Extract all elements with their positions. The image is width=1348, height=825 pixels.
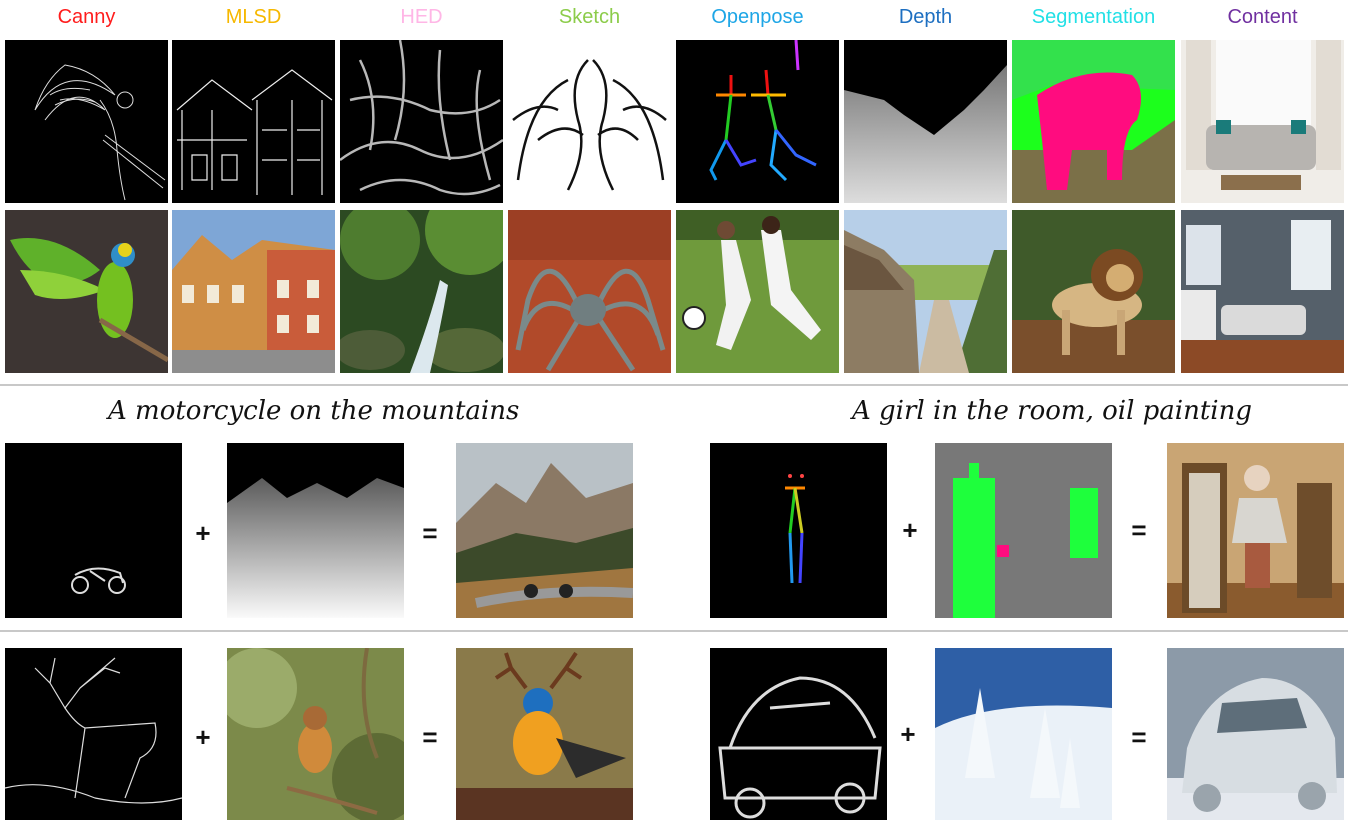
depth-village-street-image — [844, 40, 1007, 203]
equals-operator-1: = — [422, 518, 438, 548]
lion-output-image — [1012, 210, 1175, 373]
soccer-players-output-image — [676, 210, 839, 373]
mountain-depth-image — [227, 443, 404, 618]
content-living-room-image — [1181, 40, 1344, 203]
canny-parrot-edges-image — [5, 40, 168, 203]
section-divider-2 — [0, 630, 1348, 632]
column-label-content: Content — [1227, 6, 1298, 28]
girl-oil-painting-output-image — [1167, 443, 1344, 618]
plus-operator-1: + — [195, 518, 211, 548]
column-label-depth: Depth — [898, 6, 953, 28]
snow-car-output-image — [1167, 648, 1344, 820]
column-label-segmentation: Segmentation — [1031, 6, 1156, 28]
room-segmentation-image — [935, 443, 1112, 618]
section-divider — [0, 384, 1348, 386]
column-label-canny: Canny — [57, 6, 116, 28]
column-label-sketch: Sketch — [558, 6, 621, 28]
snow-content-image — [935, 648, 1112, 820]
robin-content-image — [227, 648, 404, 820]
plus-operator-4: + — [900, 719, 916, 749]
parrot-output-image — [5, 210, 168, 373]
segmentation-lion-image — [1012, 40, 1175, 203]
motorcycle-mountains-output-image — [456, 443, 633, 618]
sketch-spider-image — [508, 40, 671, 203]
deer-canny-image — [5, 648, 182, 820]
robot-spider-output-image — [508, 210, 671, 373]
motorcycle-canny-image — [5, 443, 182, 618]
car-hed-image — [710, 648, 887, 820]
hed-tree-branches-image — [340, 40, 503, 203]
living-room-output-image — [1181, 210, 1344, 373]
plus-operator-2: + — [902, 515, 918, 545]
girl-openpose-image — [710, 443, 887, 618]
column-label-hed: HED — [400, 6, 443, 28]
plus-operator-3: + — [195, 722, 211, 752]
mlsd-building-lines-image — [172, 40, 335, 203]
openpose-skeletons-image — [676, 40, 839, 203]
prompt-girl-room: A girl in the room, oil painting — [852, 396, 1253, 426]
equals-operator-3: = — [422, 722, 438, 752]
equals-operator-2: = — [1131, 515, 1147, 545]
prompt-motorcycle: A motorcycle on the mountains — [108, 396, 520, 426]
antlered-bird-output-image — [456, 648, 633, 820]
column-label-openpose: Openpose — [711, 6, 804, 28]
column-label-mlsd: MLSD — [225, 6, 282, 28]
townhouses-output-image — [172, 210, 335, 373]
forest-waterfall-output-image — [340, 210, 503, 373]
equals-operator-4: = — [1131, 722, 1147, 752]
village-street-output-image — [844, 210, 1007, 373]
